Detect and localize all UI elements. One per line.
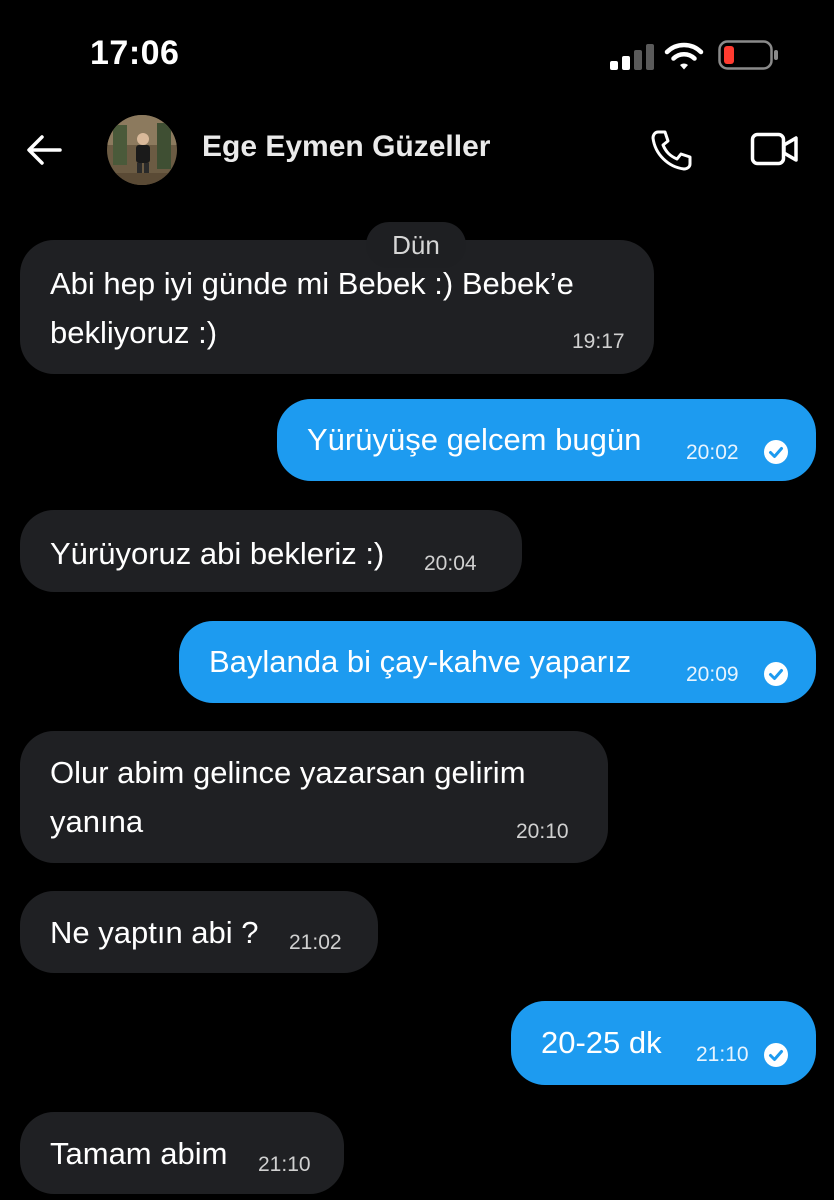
status-bar: 17:06 [0,0,834,100]
message-time: 21:10 [696,1043,749,1066]
sent-check-icon [764,1043,788,1067]
message-bubble-incoming[interactable]: Yürüyoruz abi bekleriz :) 20:04 [20,510,522,592]
cellular-signal-icon [610,44,654,70]
message-time: 19:17 [572,330,625,353]
message-bubble-incoming[interactable]: Abi hep iyi günde mi Bebek :) Bebek’e be… [20,240,654,374]
message-time: 20:04 [424,552,477,575]
status-time: 17:06 [90,34,180,72]
message-text: Tamam abim [50,1136,228,1171]
avatar-photo-icon [107,115,177,185]
message-text: yanına [50,804,144,839]
message-time: 20:09 [686,663,739,686]
message-text: bekliyoruz :) [50,315,218,350]
message-bubble-incoming[interactable]: Olur abim gelince yazarsan gelirim yanın… [20,731,608,863]
video-call-icon[interactable] [750,128,800,170]
phone-call-icon[interactable] [648,128,696,172]
chat-header: Ege Eymen Güzeller [0,100,834,200]
sent-check-icon [764,662,788,686]
message-time: 21:02 [289,931,342,954]
message-bubble-outgoing[interactable]: Yürüyüşe gelcem bugün 20:02 [277,399,816,481]
message-text: Abi hep iyi günde mi Bebek :) Bebek’e [50,266,574,301]
message-bubble-incoming[interactable]: Tamam abim 21:10 [20,1112,344,1194]
message-bubble-outgoing[interactable]: 20-25 dk 21:10 [511,1001,816,1085]
contact-name[interactable]: Ege Eymen Güzeller [202,130,490,164]
wifi-icon [664,42,704,70]
message-time: 20:10 [516,820,569,843]
back-arrow-icon[interactable] [22,128,66,172]
message-text: 20-25 dk [541,1025,662,1060]
message-bubble-incoming[interactable]: Ne yaptın abi ? 21:02 [20,891,378,973]
message-text: Olur abim gelince yazarsan gelirim [50,755,526,790]
message-time: 21:10 [258,1153,311,1176]
message-text: Yürüyoruz abi bekleriz :) [50,536,385,571]
contact-avatar[interactable] [107,115,177,185]
message-text: Ne yaptın abi ? [50,915,259,950]
battery-icon [718,40,778,70]
date-separator: Dün [366,222,466,268]
sent-check-icon [764,440,788,464]
message-bubble-outgoing[interactable]: Baylanda bi çay-kahve yaparız 20:09 [179,621,816,703]
message-time: 20:02 [686,441,739,464]
message-text: Yürüyüşe gelcem bugün [307,422,642,457]
message-text: Baylanda bi çay-kahve yaparız [209,644,632,679]
